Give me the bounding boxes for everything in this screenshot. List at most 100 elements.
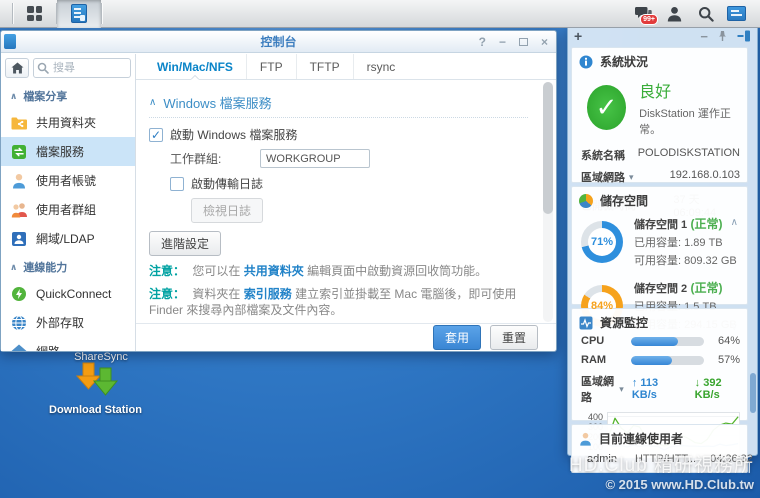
sidebar-item-user-group[interactable]: 使用者群組: [1, 195, 135, 224]
connected-user-row: admin HTTP/HTT... 04:36:32 ∧: [579, 447, 753, 467]
add-widget-button[interactable]: +: [574, 28, 582, 44]
tab-win-mac-nfs[interactable]: Win/Mac/NFS: [144, 54, 247, 79]
close-button[interactable]: ×: [541, 36, 548, 48]
enable-windows-service-checkbox[interactable]: ✓: [149, 127, 163, 142]
sidebar-section-file-sharing[interactable]: ∧ 檔案分享: [1, 82, 135, 108]
lan-row: 區域網路 ▾ 192.168.0.103: [581, 169, 740, 184]
ram-percent: 57%: [717, 354, 740, 366]
chevron-up-icon[interactable]: ∧: [149, 97, 156, 108]
advanced-settings-button[interactable]: 進階設定: [149, 231, 222, 256]
main-menu-button[interactable]: [13, 0, 56, 28]
pin-icon[interactable]: [717, 30, 728, 42]
health-detail: DiskStation 運作正常。: [639, 108, 731, 136]
network-dropdown-caret[interactable]: ▾: [619, 384, 624, 395]
tab-bar: Win/Mac/NFS FTP TFTP rsync: [136, 54, 556, 80]
sidebar-item-file-services[interactable]: 檔案服務: [1, 137, 135, 166]
workgroup-input[interactable]: [260, 149, 370, 168]
notifications-button[interactable]: 99+: [630, 0, 658, 28]
dock-panel-icon[interactable]: [737, 30, 751, 42]
window-title: 控制台: [260, 35, 297, 49]
tab-tftp[interactable]: TFTP: [297, 54, 354, 79]
search-icon: [698, 6, 714, 22]
chevron-up-icon[interactable]: ∧: [731, 217, 738, 228]
control-panel-sidebar: ∧ 檔案分享 共用資料夾 檔案服務: [1, 54, 136, 351]
transfer-log-row: 啟動傳輸日誌: [170, 175, 540, 192]
sidebar-item-label: 外部存取: [36, 316, 85, 330]
taskbar-control-panel-button[interactable]: [57, 0, 101, 28]
scrollbar-thumb[interactable]: [543, 82, 553, 214]
widget-title: 系統狀況: [600, 55, 649, 69]
shared-folder-icon: [10, 114, 28, 132]
cpu-percent: 64%: [717, 335, 740, 347]
user-account-icon: [10, 172, 28, 190]
sidebar-item-domain-ldap[interactable]: 網域/LDAP: [1, 224, 135, 253]
workgroup-label: 工作群組:: [170, 152, 222, 166]
panel-scrollbar[interactable]: [750, 48, 756, 452]
sidebar-item-network[interactable]: 網路: [1, 337, 135, 351]
lan-dropdown-caret[interactable]: ▾: [629, 172, 634, 183]
volume-2-donut: 84%: [581, 284, 623, 327]
connected-users-icon: [580, 432, 591, 446]
help-button[interactable]: ?: [479, 36, 486, 48]
connected-users-widget: 目前連線使用者 admin HTTP/HTT... 04:36:32 ∧: [571, 424, 753, 473]
download-station-icon: [75, 362, 118, 396]
home-icon: [11, 62, 23, 73]
chevron-up-icon: ∧: [10, 261, 18, 272]
widget-panel: + − 系統狀況 ✓ 良好 DiskStation 運作正常。 系統名稱 POL…: [567, 25, 758, 473]
windows-file-service-section-header: ∧ Windows 檔案服務: [149, 89, 528, 118]
sidebar-item-label: 共用資料夾: [36, 116, 97, 130]
reset-button[interactable]: 重置: [489, 325, 538, 350]
minimize-button[interactable]: −: [499, 36, 506, 48]
sidebar-item-user-account[interactable]: 使用者帳號: [1, 166, 135, 195]
shared-folder-link[interactable]: 共用資料夾: [244, 264, 304, 278]
maximize-button[interactable]: [518, 38, 528, 46]
ram-bar: [630, 355, 704, 365]
search-button[interactable]: [692, 0, 719, 28]
desktop-icon-download-station[interactable]: Download Station: [38, 362, 153, 416]
sidebar-section-connectivity[interactable]: ∧ 連線能力: [1, 253, 135, 279]
user-connect-time: 04:36:32: [710, 452, 753, 465]
view-log-button[interactable]: 檢視日誌: [191, 198, 264, 223]
download-arrow-icon: ↓: [694, 377, 701, 389]
note-recycle-bin: 注意： 您可以在 共用資料夾 編輯頁面中啟動資源回收筒功能。: [149, 264, 488, 278]
network-house-icon: [10, 343, 28, 351]
search-icon: [37, 62, 49, 74]
domain-ldap-icon: [10, 230, 28, 248]
sidebar-item-quickconnect[interactable]: QuickConnect: [1, 279, 135, 308]
info-icon: [579, 55, 593, 68]
sidebar-item-label: 檔案服務: [36, 145, 85, 159]
transfer-log-checkbox[interactable]: [170, 176, 184, 191]
volume-status: (正常): [690, 217, 723, 231]
sidebar-item-external-access[interactable]: 外部存取: [1, 308, 135, 337]
indexing-service-link[interactable]: 索引服務: [244, 287, 292, 301]
taskbar-separator: [101, 3, 102, 24]
home-button[interactable]: [5, 57, 29, 78]
window-titlebar[interactable]: 控制台 ? − ×: [1, 31, 556, 53]
control-panel-content: Win/Mac/NFS FTP TFTP rsync ∧ Windows 檔案服…: [136, 54, 556, 351]
widget-panel-header: + −: [568, 26, 757, 46]
notification-badge: 99+: [640, 13, 658, 25]
health-check-icon: ✓: [587, 85, 627, 130]
user-icon: [667, 6, 682, 21]
control-panel-window: 控制台 ? − × 搜尋 ∧ 檔案分享 共用資料夾 檔案服務 使用者帳號 使用者…: [0, 30, 557, 352]
quickconnect-icon: [10, 285, 28, 303]
tab-rsync[interactable]: rsync: [354, 54, 409, 79]
taskbar-edge: [0, 0, 12, 28]
widgets-icon: [727, 6, 746, 21]
tab-ftp[interactable]: FTP: [247, 54, 297, 79]
control-panel-icon: [71, 4, 87, 23]
sidebar-item-shared-folder[interactable]: 共用資料夾: [1, 108, 135, 137]
globe-icon: [10, 314, 28, 332]
apply-button[interactable]: 套用: [432, 325, 481, 350]
sidebar-item-label: 使用者帳號: [36, 174, 97, 188]
checkbox-label: 啟動 Windows 檔案服務: [170, 128, 298, 142]
sidebar-item-label: QuickConnect: [36, 286, 112, 301]
user-menu-button[interactable]: [661, 0, 688, 28]
user-protocol: HTTP/HTT...: [634, 452, 697, 465]
content-scrollbar[interactable]: [543, 82, 553, 322]
chevron-up-icon: ∧: [10, 90, 18, 101]
panel-scrollbar-thumb[interactable]: [750, 373, 756, 413]
ram-row: RAM 57%: [581, 354, 740, 366]
collapse-panel-button[interactable]: −: [700, 29, 708, 44]
widgets-toggle-button[interactable]: [723, 0, 750, 28]
